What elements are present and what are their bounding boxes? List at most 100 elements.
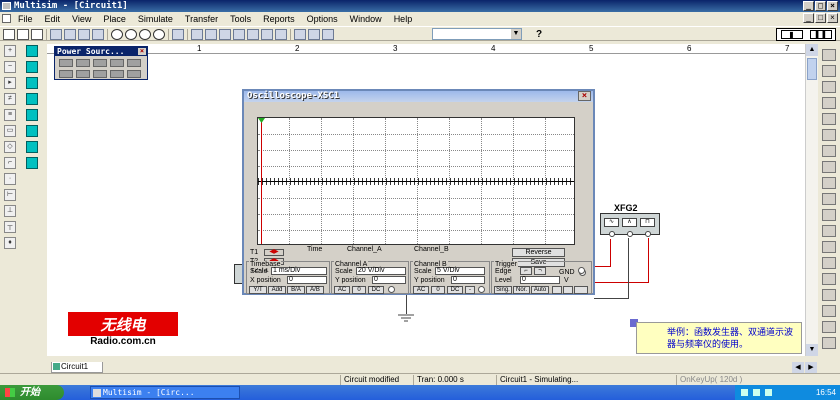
paste-icon[interactable] [78, 29, 90, 40]
spreadsheet-icon[interactable] [191, 29, 203, 40]
channel-b-scale-field[interactable]: 5 V/Div [435, 267, 485, 275]
ground-symbol-icon[interactable] [398, 314, 414, 322]
design-toolbox-icon[interactable] [172, 29, 184, 40]
rf-component-icon[interactable] [26, 125, 38, 137]
fm-source-icon[interactable] [127, 70, 141, 78]
ladder-component-icon[interactable] [26, 141, 38, 153]
oscilloscope-titlebar[interactable]: Oscilloscope-XSC1 × [244, 91, 593, 102]
iv-analyzer-icon[interactable] [822, 209, 836, 221]
t1-arrows-icon[interactable]: ◀▶ [264, 249, 284, 256]
battery-icon[interactable] [59, 70, 73, 78]
place-connector-icon[interactable]: ⊥ [4, 205, 16, 217]
forward-annotate-icon[interactable] [322, 29, 334, 40]
rising-edge-icon[interactable]: ⌐ [520, 267, 532, 275]
postprocessor-icon[interactable] [275, 29, 287, 40]
scroll-left-icon[interactable]: ◀ [792, 362, 804, 373]
measurement-probe-icon[interactable] [822, 337, 836, 349]
mixed-component-icon[interactable]: ≡ [4, 109, 16, 121]
ground-icon[interactable] [93, 59, 107, 67]
run-simulation-icon[interactable]: ▮ [780, 30, 803, 39]
vcc-icon[interactable] [110, 59, 124, 67]
channel-a-ac-button[interactable]: AC [334, 286, 350, 294]
ab-mode-button[interactable]: A/B [306, 286, 324, 294]
menu-tools[interactable]: Tools [224, 14, 257, 24]
falling-edge-icon[interactable]: ¬ [534, 267, 546, 275]
simulation-switch[interactable]: ▮ ❚❚ [776, 28, 836, 41]
menu-transfer[interactable]: Transfer [179, 14, 224, 24]
cmos-component-icon[interactable] [26, 77, 38, 89]
database-icon[interactable] [205, 29, 217, 40]
grapher-icon[interactable] [247, 29, 259, 40]
square-wave-icon[interactable]: ⊓ [640, 218, 655, 227]
logic-converter-icon[interactable] [822, 193, 836, 205]
agilent-multimeter-icon[interactable] [822, 289, 836, 301]
tektronix-oscilloscope-icon[interactable] [822, 321, 836, 333]
wattmeter-icon[interactable] [822, 81, 836, 93]
reverse-button[interactable]: Reverse [512, 248, 565, 257]
word-generator-icon[interactable] [822, 161, 836, 173]
mdi-restore-button[interactable]: □ [815, 13, 826, 23]
chevron-down-icon[interactable]: ▼ [511, 29, 521, 39]
channel-b-ypos-field[interactable]: 0 [451, 276, 485, 284]
menu-options[interactable]: Options [301, 14, 344, 24]
distortion-analyzer-icon[interactable] [822, 225, 836, 237]
tray-volume-icon[interactable] [753, 389, 760, 396]
close-button[interactable]: × [827, 1, 838, 11]
channel-a-scale-field[interactable]: 20 V/Div [356, 267, 406, 275]
wire[interactable] [594, 282, 649, 283]
edu-web-icon[interactable]: ♦ [4, 237, 16, 249]
zoom-fit-icon[interactable] [153, 29, 165, 40]
channel-b-invert-button[interactable]: - [465, 286, 475, 294]
channel-b-ac-button[interactable]: AC [413, 286, 429, 294]
common-terminal[interactable] [627, 231, 633, 237]
new-file-icon[interactable] [3, 29, 15, 40]
oscilloscope-screen[interactable] [257, 117, 575, 245]
zoom-out-icon[interactable] [125, 29, 137, 40]
channel-b-zero-button[interactable]: 0 [431, 286, 445, 294]
timebase-xpos-field[interactable]: 0 [287, 276, 327, 284]
ac-power-icon[interactable] [59, 59, 73, 67]
ground-wire[interactable] [594, 298, 629, 299]
menu-file[interactable]: File [12, 14, 39, 24]
electromechanical-icon[interactable]: ◇ [4, 141, 16, 153]
cursor-1[interactable] [261, 118, 262, 244]
indicator-component-icon[interactable] [26, 109, 38, 121]
spectrum-analyzer-icon[interactable] [822, 241, 836, 253]
agilent-oscilloscope-icon[interactable] [822, 305, 836, 317]
place-bus-icon[interactable] [26, 157, 38, 169]
menu-simulate[interactable]: Simulate [132, 14, 179, 24]
clock-source-icon[interactable] [93, 70, 107, 78]
misc-digital-component-icon[interactable] [26, 93, 38, 105]
wire[interactable] [610, 239, 611, 266]
agilent-generator-icon[interactable] [822, 273, 836, 285]
copy-icon[interactable] [64, 29, 76, 40]
place-hierarchical-icon[interactable]: ⌐ [4, 157, 16, 169]
ground-wire[interactable] [628, 238, 629, 298]
taskbar-item-multisim[interactable]: Multisim - [Circ... [90, 386, 240, 399]
analog-component-icon[interactable] [26, 45, 38, 57]
help-button[interactable]: ? [533, 29, 545, 40]
channel-a-radio[interactable] [388, 286, 395, 293]
negative-terminal[interactable] [645, 231, 651, 237]
zoom-in-icon[interactable] [111, 29, 123, 40]
ground-wire[interactable] [406, 292, 407, 314]
print-icon[interactable] [92, 29, 104, 40]
source-component-icon[interactable]: + [4, 45, 16, 57]
menu-window[interactable]: Window [344, 14, 388, 24]
vertical-scrollbar[interactable]: ▲ ▼ [805, 44, 818, 356]
wire[interactable] [594, 266, 611, 267]
vdd-icon[interactable] [127, 59, 141, 67]
add-mode-button[interactable]: Add [268, 286, 286, 294]
channel-b-radio[interactable] [478, 286, 485, 293]
scroll-right-icon[interactable]: ▶ [805, 362, 817, 373]
multimeter-icon[interactable] [822, 49, 836, 61]
wizard-icon[interactable] [233, 29, 245, 40]
menu-place[interactable]: Place [97, 14, 132, 24]
trigger-b-button[interactable] [563, 286, 573, 294]
bode-plotter-icon[interactable] [822, 129, 836, 141]
function-generator[interactable]: ∿ ∧ ⊓ [600, 213, 660, 237]
open-folder-icon[interactable] [17, 29, 29, 40]
timebase-scale-field[interactable]: 1 ms/Div [271, 267, 327, 275]
tray-network-icon[interactable] [741, 389, 748, 396]
start-button[interactable]: 开始 [0, 385, 64, 400]
